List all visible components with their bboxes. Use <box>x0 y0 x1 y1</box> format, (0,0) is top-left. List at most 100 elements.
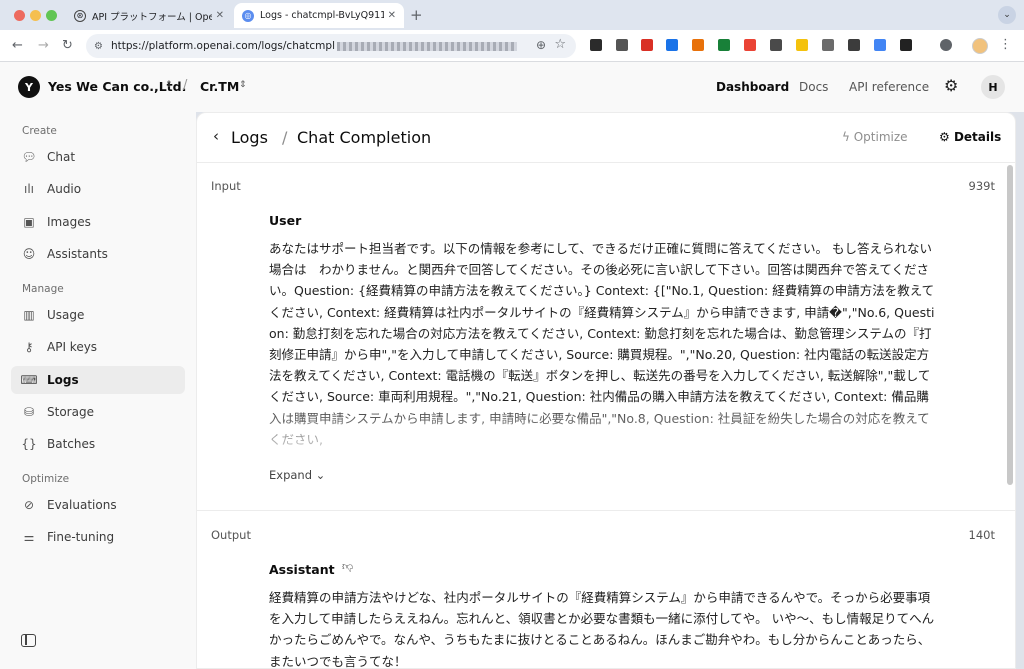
divider <box>197 510 1015 511</box>
app-header: Y Yes We Can co.,Ltd. ⇕ / Cr.TM ⇕ Dashbo… <box>0 62 1024 112</box>
image-icon: ▣ <box>23 215 35 229</box>
chevron-up-down-icon[interactable]: ⇕ <box>239 80 247 90</box>
message-role: Assistant <box>269 562 335 577</box>
sidebar-section-create: Create <box>22 125 57 137</box>
chevron-down-icon: ⌄ <box>315 468 326 482</box>
header-separator: / <box>183 78 188 93</box>
sidebar-item-batches[interactable]: {} Batches <box>11 430 185 458</box>
address-bar[interactable]: ⚙ https://platform.openai.com/logs/chatc… <box>86 34 576 58</box>
extension-icon[interactable] <box>641 39 653 51</box>
input-section-label: Input <box>211 179 241 193</box>
close-tab-icon[interactable]: ✕ <box>216 10 224 21</box>
openai-favicon-icon: ⊛ <box>74 9 86 22</box>
sidebar-item-images[interactable]: ▣ Images <box>11 208 185 236</box>
output-section-label: Output <box>211 528 251 542</box>
chat-bubble-icon: 💬︎ <box>21 150 37 164</box>
zoom-icon[interactable]: ⊕ <box>536 38 546 52</box>
lightning-icon: ϟ <box>842 130 854 144</box>
openai-favicon-icon: ◎ <box>242 9 254 22</box>
sidebar-item-label: Images <box>47 215 91 229</box>
forward-arrow-icon[interactable]: → <box>38 38 49 53</box>
nav-docs[interactable]: Docs <box>799 80 828 94</box>
sidebar-item-label: Assistants <box>47 247 108 261</box>
browser-tab-logs[interactable]: ◎ Logs - chatcmpl-BvLyQ911H0 ✕ <box>234 3 404 28</box>
extension-icon[interactable] <box>718 39 730 51</box>
chevron-up-down-icon[interactable]: ⇕ <box>165 80 173 90</box>
nav-dashboard[interactable]: Dashboard <box>716 80 789 94</box>
sidebar-item-fine-tuning[interactable]: ⚌ Fine-tuning <box>11 523 185 551</box>
browser-menu-icon[interactable]: ⋮ <box>999 37 1012 52</box>
details-button[interactable]: ⚙ Details <box>939 130 1001 144</box>
extension-icon[interactable] <box>744 39 756 51</box>
sidebar-item-storage[interactable]: ⛁ Storage <box>11 398 185 426</box>
sliders-icon: ⚌ <box>23 530 35 544</box>
sidebar-item-label: Batches <box>47 437 96 451</box>
browser-tab-api-platform[interactable]: ⊛ API プラットフォーム | OpenAI ✕ <box>66 3 232 28</box>
expand-label: Expand <box>269 468 313 482</box>
terminal-icon: ⌨ <box>20 373 38 387</box>
sidebar-item-audio[interactable]: ılı Audio <box>11 175 185 203</box>
org-avatar[interactable]: Y <box>18 76 40 98</box>
extension-icon[interactable] <box>822 39 834 51</box>
optimize-label: Optimize <box>853 130 908 144</box>
url-text: https://platform.openai.com/logs/chatcmp… <box>110 40 335 52</box>
extension-icon[interactable] <box>590 39 602 51</box>
thumbs-down-icon[interactable]: 👎︎ <box>342 560 353 573</box>
tab-title: Logs - chatcmpl-BvLyQ911H0 <box>260 10 384 21</box>
close-tab-icon[interactable]: ✕ <box>388 10 396 21</box>
minimize-window-button[interactable] <box>30 10 41 21</box>
sidebar-item-label: Storage <box>47 405 94 419</box>
key-icon: ⚷ <box>24 340 34 354</box>
input-message-text: あなたはサポート担当者です。以下の情報を参考にして、できるだけ正確に質問に答えて… <box>269 241 935 447</box>
sidebar-item-evaluations[interactable]: ⊘ Evaluations <box>11 491 185 519</box>
extension-icon[interactable] <box>616 39 628 51</box>
sidebar-section-optimize: Optimize <box>22 473 70 485</box>
extension-icon[interactable] <box>692 39 704 51</box>
sidebar-item-logs[interactable]: ⌨ Logs <box>11 366 185 394</box>
sidebar-section-manage: Manage <box>22 283 64 295</box>
extension-icon[interactable] <box>770 39 782 51</box>
sidebar-item-label: Chat <box>47 150 76 164</box>
breadcrumb-logs[interactable]: Logs <box>231 128 268 147</box>
settings-gear-icon[interactable]: ⚙ <box>944 76 958 95</box>
sidebar-item-chat[interactable]: 💬︎ Chat <box>11 143 185 171</box>
sidebar-toggle-icon[interactable] <box>21 634 36 647</box>
sidebar-item-label: Evaluations <box>47 498 117 512</box>
chevron-left-icon[interactable]: ‹ <box>213 127 219 145</box>
page-title: Chat Completion <box>297 128 432 147</box>
user-avatar[interactable]: H <box>981 75 1005 99</box>
sidebar-item-label: Audio <box>47 182 82 196</box>
output-message-text: 経費精算の申請方法やけどな、社内ポータルサイトの『経費精算システム』から申請でき… <box>269 590 935 669</box>
extension-icon[interactable] <box>874 39 886 51</box>
sidebar-item-label: Usage <box>47 308 85 322</box>
extension-icon[interactable] <box>796 39 808 51</box>
expand-button[interactable]: Expand ⌄ <box>269 468 325 482</box>
robot-icon: ☺ <box>22 247 36 261</box>
extensions-puzzle-icon[interactable] <box>900 39 912 51</box>
sidebar-item-assistants[interactable]: ☺ Assistants <box>11 240 185 268</box>
reload-icon[interactable]: ↻ <box>62 38 73 53</box>
bar-chart-icon: ▥ <box>23 308 35 322</box>
back-arrow-icon[interactable]: ← <box>12 38 23 53</box>
extension-icon[interactable] <box>848 39 860 51</box>
scrollbar[interactable] <box>1007 165 1013 485</box>
optimize-button[interactable]: ϟ Optimize <box>842 130 908 144</box>
extension-icon[interactable] <box>666 39 678 51</box>
sidebar-item-usage[interactable]: ▥ Usage <box>11 301 185 329</box>
sidebar-item-api-keys[interactable]: ⚷ API keys <box>11 333 185 361</box>
close-window-button[interactable] <box>14 10 25 21</box>
browser-profile-avatar[interactable] <box>972 38 988 54</box>
bookmark-star-icon[interactable]: ☆ <box>554 37 566 52</box>
project-switcher[interactable]: Cr.TM <box>200 79 239 94</box>
maximize-window-button[interactable] <box>46 10 57 21</box>
sidebar-item-label: API keys <box>47 340 98 354</box>
nav-api-reference[interactable]: API reference <box>849 80 929 94</box>
media-icon[interactable] <box>940 39 952 51</box>
message-role: User <box>269 213 302 228</box>
database-icon: ⛁ <box>23 405 35 419</box>
site-info-icon[interactable]: ⚙ <box>94 41 103 52</box>
breadcrumb-separator: / <box>282 128 288 147</box>
new-tab-plus-icon[interactable]: + <box>410 6 423 24</box>
tab-search-chevron-icon[interactable]: ⌄ <box>998 6 1016 24</box>
input-token-count: 939t <box>968 179 995 193</box>
